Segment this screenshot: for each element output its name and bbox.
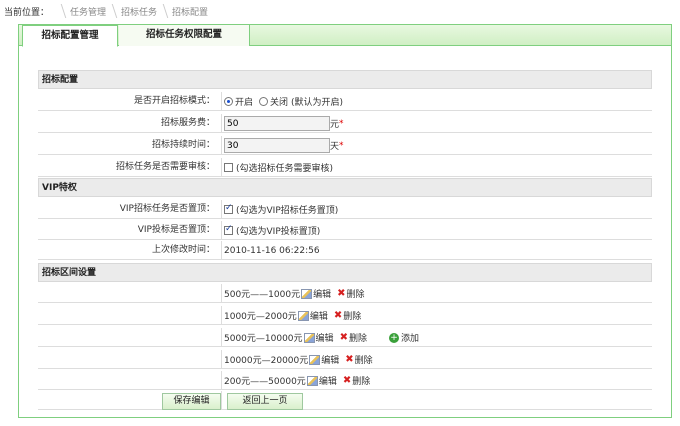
row-vip-bid: VIP投标是否置顶： (勾选为VIP投标置顶) [38,221,652,240]
add-icon[interactable]: + [388,332,399,343]
service-fee-input[interactable] [224,116,330,131]
edit-icon[interactable] [309,354,321,365]
vip-top-label: VIP招标任务是否置顶： [38,200,222,219]
vip-bid-label: VIP投标是否置顶： [38,221,222,240]
breadcrumb-item-tender-task[interactable]: 招标任务 [121,5,157,18]
range-row: 5000元—10000元 编辑 ✖ 删除 + 添加 [38,328,652,347]
delete-icon[interactable]: ✖ [345,354,353,365]
edit-link[interactable]: 编辑 [319,374,337,387]
breadcrumb: 当前位置： 任务管理 招标任务 招标配置 [0,0,680,22]
edit-link[interactable]: 编辑 [316,331,334,344]
tab-task-permission[interactable]: 招标任务权限配置 [119,25,250,46]
range-row: 500元——1000元 编辑 ✖ 删除 [38,284,652,303]
enable-mode-label: 是否开启招标模式： [38,92,222,111]
edit-icon[interactable] [301,288,313,299]
range-row: 200元——50000元 编辑 ✖ 删除 [38,371,652,390]
button-row [38,391,652,410]
add-link[interactable]: 添加 [401,331,419,344]
row-enable-mode: 是否开启招标模式： 开启 关闭 (默认为开启) [38,92,652,111]
range-text: 5000元—10000元 [224,334,303,344]
breadcrumb-separator [54,4,67,18]
tab-bar: 招标配置管理 招标任务权限配置 [19,25,671,47]
duration-input[interactable] [224,138,330,153]
review-label: 招标任务是否需要审核： [38,158,222,177]
tab-tender-config[interactable]: 招标配置管理 [22,25,118,47]
range-text: 200元——50000元 [224,377,306,387]
delete-icon[interactable]: ✖ [343,375,351,386]
section-header-range: 招标区间设置 [38,263,652,282]
row-last-modified: 上次修改时间： 2010-11-16 06:22:56 [38,241,652,260]
section-header-vip: VIP特权 [38,178,652,197]
service-fee-label: 招标服务费： [38,114,222,133]
required-mark: * [339,140,344,151]
delete-link[interactable]: 删除 [347,287,365,300]
enable-off-radio[interactable] [259,97,269,106]
save-button[interactable]: 保存编辑 [162,393,221,410]
edit-icon[interactable] [297,310,309,321]
section-header-tender: 招标配置 [38,70,652,89]
edit-icon[interactable] [303,332,315,343]
delete-link[interactable]: 删除 [343,309,361,322]
breadcrumb-item-tender-config: 招标配置 [172,7,209,18]
last-modified-label: 上次修改时间： [38,241,222,260]
row-service-fee: 招标服务费： 元 * [38,114,652,133]
review-hint: (勾选招标任务需要审核) [236,164,334,174]
range-row: 1000元—2000元 编辑 ✖ 删除 [38,306,652,325]
row-review: 招标任务是否需要审核： (勾选招标任务需要审核) [38,158,652,177]
enable-on-radio[interactable] [224,97,233,106]
breadcrumb-separator [156,4,169,18]
delete-link[interactable]: 删除 [352,374,370,387]
row-vip-top: VIP招标任务是否置顶： (勾选为VIP招标任务置顶) [38,200,652,219]
back-button[interactable]: 返回上一页 [227,393,303,410]
delete-link[interactable]: 删除 [349,331,367,344]
vip-top-checkbox[interactable] [224,203,233,214]
enable-hint: (默认为开启) [291,98,344,108]
range-text: 1000元—2000元 [224,312,297,322]
range-text: 500元——1000元 [224,290,301,300]
delete-icon[interactable]: ✖ [337,288,345,299]
delete-icon[interactable]: ✖ [334,310,342,321]
breadcrumb-lead: 当前位置： [4,7,50,18]
edit-link[interactable]: 编辑 [313,287,331,300]
duration-label: 招标持续时间： [38,136,222,155]
edit-link[interactable]: 编辑 [321,353,339,366]
enable-off-label: 关闭 [270,98,289,108]
vip-bid-checkbox[interactable] [224,224,233,235]
edit-link[interactable]: 编辑 [310,309,328,322]
service-fee-unit: 元 [330,120,340,130]
delete-icon[interactable]: ✖ [340,332,348,343]
duration-unit: 天 [330,142,340,152]
vip-bid-hint: (勾选为VIP投标置顶) [236,227,321,237]
delete-link[interactable]: 删除 [355,353,373,366]
vip-top-hint: (勾选为VIP招标任务置顶) [236,206,339,216]
breadcrumb-item-task-management[interactable]: 任务管理 [70,5,106,18]
last-modified-value: 2010-11-16 06:22:56 [224,245,320,256]
edit-icon[interactable] [306,375,318,386]
row-duration: 招标持续时间： 天 * [38,136,652,155]
breadcrumb-separator [105,4,118,18]
required-mark: * [339,118,344,129]
enable-on-label: 开启 [235,98,254,108]
range-row: 10000元—20000元 编辑 ✖ 删除 [38,350,652,369]
review-checkbox[interactable] [224,163,233,172]
range-text: 10000元—20000元 [224,356,309,366]
